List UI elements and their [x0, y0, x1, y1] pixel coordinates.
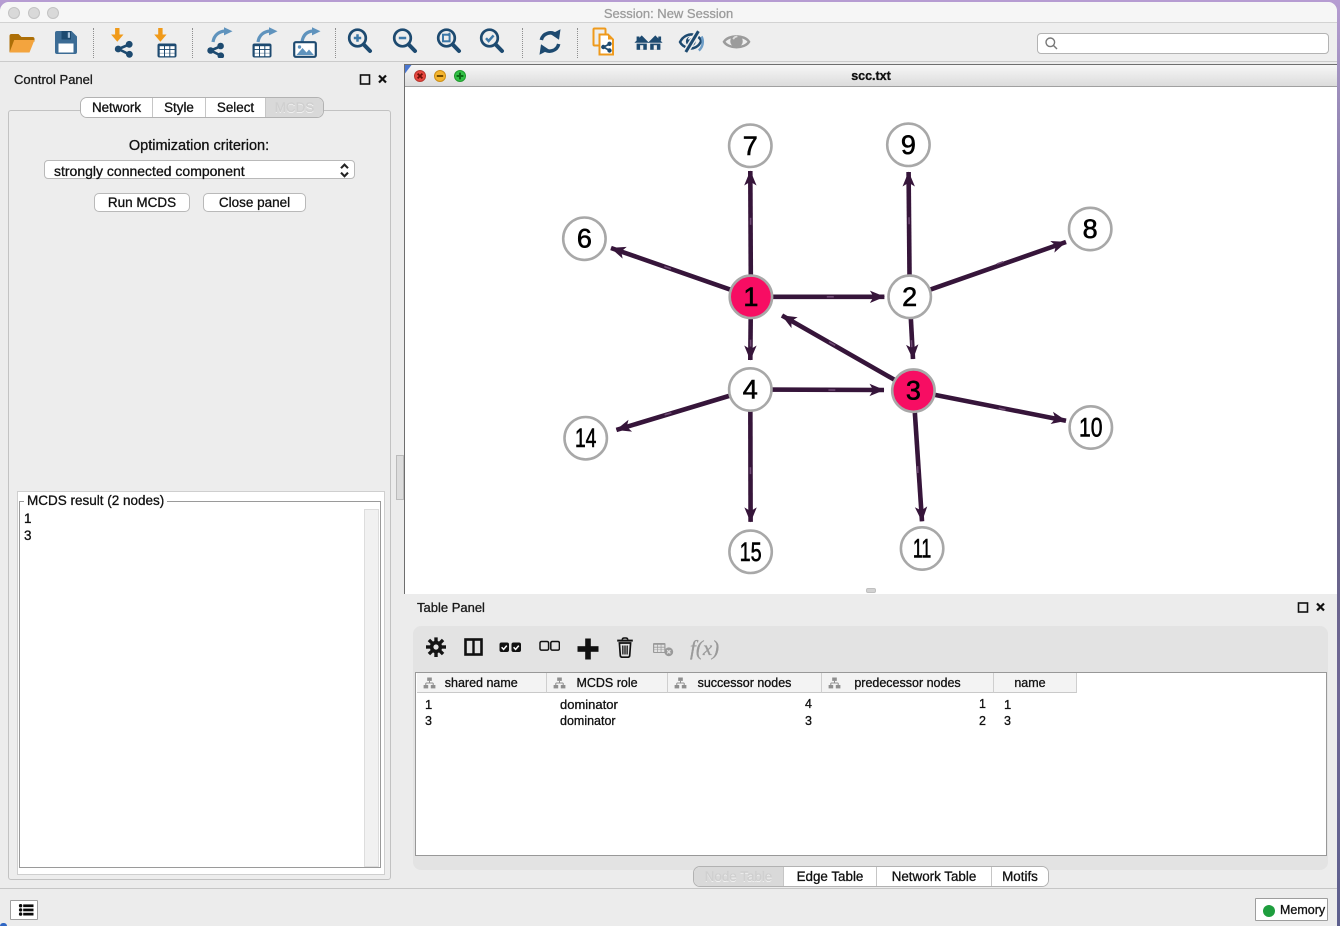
svg-text:3: 3	[906, 376, 921, 406]
svg-text:9: 9	[901, 130, 916, 160]
svg-text:15: 15	[740, 537, 762, 567]
svg-text:4: 4	[743, 375, 758, 405]
svg-text:6: 6	[577, 224, 592, 254]
svg-text:1: 1	[743, 282, 758, 312]
svg-text:10: 10	[1079, 413, 1103, 443]
svg-text:8: 8	[1083, 214, 1098, 244]
svg-text:7: 7	[743, 131, 758, 161]
svg-text:14: 14	[575, 423, 597, 453]
svg-text:2: 2	[902, 282, 917, 312]
svg-text:11: 11	[913, 534, 932, 564]
